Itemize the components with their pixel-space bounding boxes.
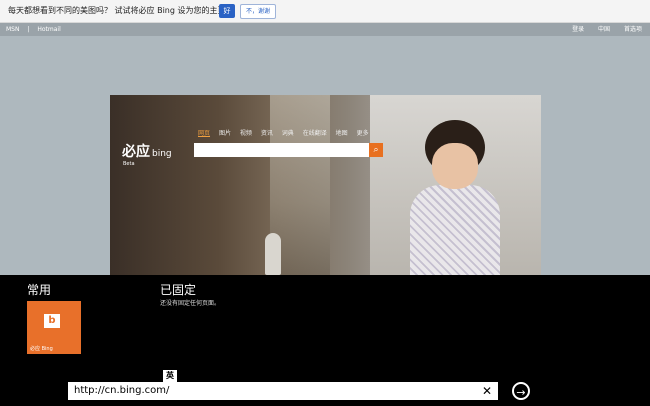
tab-maps[interactable]: 地图 (336, 130, 348, 137)
bing-logo: 必应 bing (122, 141, 172, 161)
bing-b-icon: b (44, 314, 60, 328)
close-icon[interactable]: ✕ (482, 382, 492, 400)
tile-label: 必应 Bing (30, 346, 53, 352)
background-child (265, 233, 281, 275)
beta-label: Beta (123, 161, 135, 167)
tab-images[interactable]: 图片 (219, 130, 231, 137)
arrow-right-circle-icon[interactable]: → (512, 382, 530, 400)
ime-indicator: 英 (162, 369, 178, 383)
logo-en: bing (152, 149, 172, 159)
frequent-pinned-panel: 常用 已固定 还没有固定任何页面。 b 必应 Bing 英 http://cn.… (0, 275, 650, 406)
search-icon[interactable]: ⌕ (369, 143, 383, 157)
girl-hands (432, 143, 478, 189)
left-links: MSN | Hotmail (6, 23, 67, 36)
pinned-heading: 已固定 (160, 283, 197, 297)
tab-dictionary[interactable]: 词典 (282, 130, 294, 137)
preferences-link[interactable]: 首选项 (624, 26, 642, 33)
search-tabs: 网页 图片 视频 资讯 词典 在线翻译 地图 更多 (198, 128, 376, 137)
tab-translate[interactable]: 在线翻译 (303, 130, 327, 137)
tab-web[interactable]: 网页 (198, 130, 210, 137)
bing-tile[interactable]: b 必应 Bing (27, 301, 81, 354)
hotmail-link[interactable]: Hotmail (37, 26, 60, 33)
region-link[interactable]: 中国 (598, 26, 610, 33)
home-page-notification: 每天都想看到不同的美图吗？ 试试将必应 Bing 设为您的主页。 好 不，谢谢 (0, 0, 650, 23)
tab-videos[interactable]: 视频 (240, 130, 252, 137)
pinned-empty-message: 还没有固定任何页面。 (160, 300, 221, 307)
logo-cn: 必应 (122, 144, 150, 160)
girl-dress (410, 185, 500, 275)
notification-message: 每天都想看到不同的美图吗？ 试试将必应 Bing 设为您的主页。 (8, 6, 234, 15)
no-thanks-button[interactable]: 不，谢谢 (240, 4, 276, 19)
tab-more[interactable]: 更多 (357, 130, 369, 137)
login-link[interactable]: 登录 (572, 26, 584, 33)
right-links: 登录 中国 首选项 (560, 23, 642, 36)
frequent-heading: 常用 (27, 283, 52, 297)
top-link-strip: MSN | Hotmail 登录 中国 首选项 (0, 23, 650, 36)
separator: | (27, 26, 30, 33)
address-input[interactable]: http://cn.bing.com/ (74, 382, 169, 400)
yes-button[interactable]: 好 (219, 4, 235, 18)
msn-link[interactable]: MSN (6, 26, 19, 33)
address-bar[interactable]: http://cn.bing.com/ ✕ (68, 382, 498, 400)
search-input[interactable] (194, 143, 370, 157)
tab-news[interactable]: 资讯 (261, 130, 273, 137)
bing-hero-image: 必应 bing Beta 网页 图片 视频 资讯 词典 在线翻译 地图 更多 ⌕ (110, 95, 541, 275)
